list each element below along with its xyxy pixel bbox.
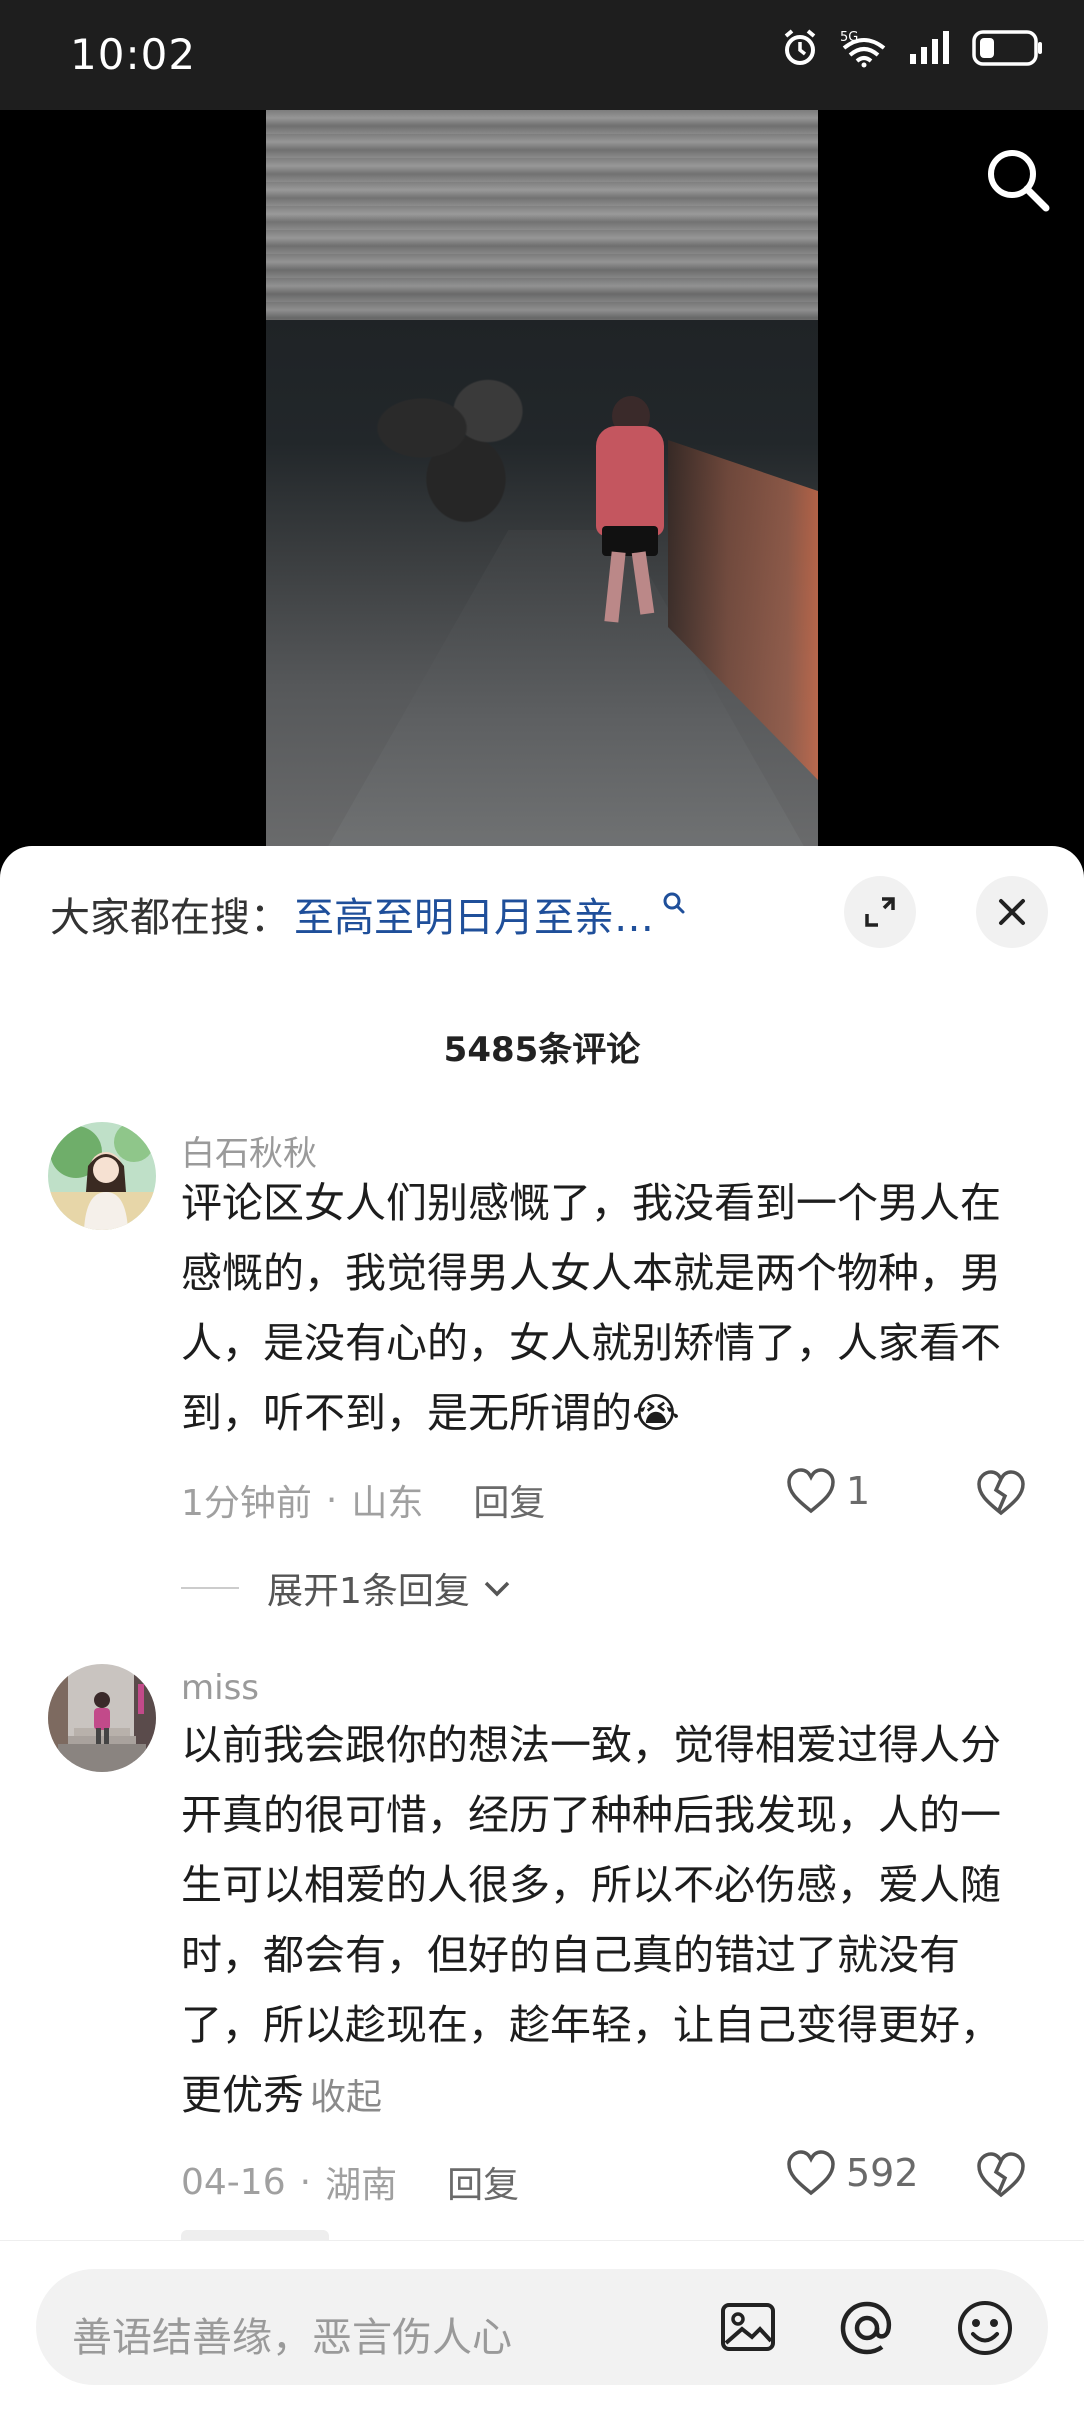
dislike-button[interactable] xyxy=(976,2152,1026,2202)
comment-time: 1分钟前 xyxy=(181,1483,312,1524)
avatar[interactable] xyxy=(48,1664,156,1772)
video-search-button[interactable] xyxy=(982,144,1052,218)
search-icon xyxy=(988,150,1050,212)
comment-text: 评论区女人们别感慨了，我没看到一个男人在感慨的，我觉得男人女人本就是两个物种，男… xyxy=(181,1179,1001,1437)
comment-location: 山东 xyxy=(351,1483,424,1524)
comment-count: 5485条评论 xyxy=(443,1030,641,1070)
like-count: 592 xyxy=(846,2151,919,2195)
like-count: 1 xyxy=(846,1469,871,1513)
status-icons: 5G xyxy=(780,28,1044,68)
mention-button[interactable] xyxy=(836,2297,898,2363)
comment-text-body: 以前我会跟你的想法一致，觉得相爱过得人分开真的很可惜，经历了种种后我发现，人的一… xyxy=(181,1721,1001,2119)
status-time: 10:02 xyxy=(70,30,197,79)
collapse-button[interactable]: 收起 xyxy=(310,2077,382,2118)
comment-username[interactable]: miss xyxy=(181,1668,259,1708)
like-button[interactable]: 1 xyxy=(786,1468,870,1514)
comment-item: miss 以前我会跟你的想法一致，觉得相爱过得人分开真的很可惜，经历了种种后我发… xyxy=(0,1664,1084,2282)
emoji-icon xyxy=(958,2301,1012,2355)
dislike-button[interactable] xyxy=(976,1470,1026,1520)
image-icon xyxy=(721,2303,775,2351)
video-frame[interactable] xyxy=(266,110,818,850)
expand-sheet-button[interactable] xyxy=(844,876,916,948)
trending-search-prefix: 大家都在搜： xyxy=(50,895,290,941)
comment-meta: 1分钟前 · 山东 回复 xyxy=(181,1474,545,1526)
alarm-icon xyxy=(784,29,816,65)
video-player[interactable] xyxy=(0,110,1084,850)
image-button[interactable] xyxy=(718,2297,778,2361)
search-icon xyxy=(663,892,685,914)
wifi-icon: 5G xyxy=(840,30,886,68)
comment-input-placeholder: 善语结善缘，恶言伤人心 xyxy=(72,2315,512,2361)
heart-icon xyxy=(787,2150,835,2196)
expand-replies-label[interactable]: 展开1条回复 xyxy=(267,1562,470,1614)
expand-icon xyxy=(865,897,895,927)
video-person xyxy=(584,396,674,623)
trending-search-term[interactable]: 至高至明日月至亲… xyxy=(294,885,654,943)
comment-item: 白石秋秋 评论区女人们别感慨了，我没看到一个男人在感慨的，我觉得男人女人本就是两… xyxy=(0,1122,1084,1542)
signal-icon xyxy=(910,31,949,64)
comment-time: 04-16 xyxy=(181,2161,286,2203)
trending-search[interactable]: 大家都在搜： 至高至明日月至亲… xyxy=(50,882,686,946)
comment-text: 以前我会跟你的想法一致，觉得相爱过得人分开真的很可惜，经历了种种后我发现，人的一… xyxy=(181,1710,1041,2133)
emoji-button[interactable] xyxy=(954,2297,1016,2363)
reply-button[interactable]: 回复 xyxy=(473,1474,545,1526)
video-crowd xyxy=(356,360,576,530)
like-button[interactable]: 592 xyxy=(786,2150,919,2196)
battery-icon xyxy=(972,30,1042,66)
broken-heart-icon xyxy=(977,1470,1025,1516)
close-sheet-button[interactable] xyxy=(976,876,1048,948)
comment-meta: 04-16 · 湖南 回复 xyxy=(181,2156,519,2208)
heart-icon xyxy=(787,1468,835,1514)
chevron-down-icon xyxy=(484,1581,510,1597)
close-icon xyxy=(999,899,1025,925)
comment-input[interactable]: 善语结善缘，恶言伤人心 xyxy=(36,2269,1048,2385)
avatar[interactable] xyxy=(48,1122,156,1230)
status-bar: 10:02 5G xyxy=(0,0,1084,110)
comment-location: 湖南 xyxy=(325,2165,398,2206)
comment-input-bar: 善语结善缘，恶言伤人心 xyxy=(0,2240,1084,2413)
reply-button[interactable]: 回复 xyxy=(447,2156,519,2208)
comment-sheet: 大家都在搜： 至高至明日月至亲… 5485条评论 白石秋秋 评论区女人们别感慨了… xyxy=(0,846,1084,2412)
video-ceiling xyxy=(266,110,818,320)
expand-replies[interactable]: 展开1条回复 xyxy=(181,1562,514,1614)
broken-heart-icon xyxy=(977,2152,1025,2198)
at-icon xyxy=(840,2301,892,2355)
